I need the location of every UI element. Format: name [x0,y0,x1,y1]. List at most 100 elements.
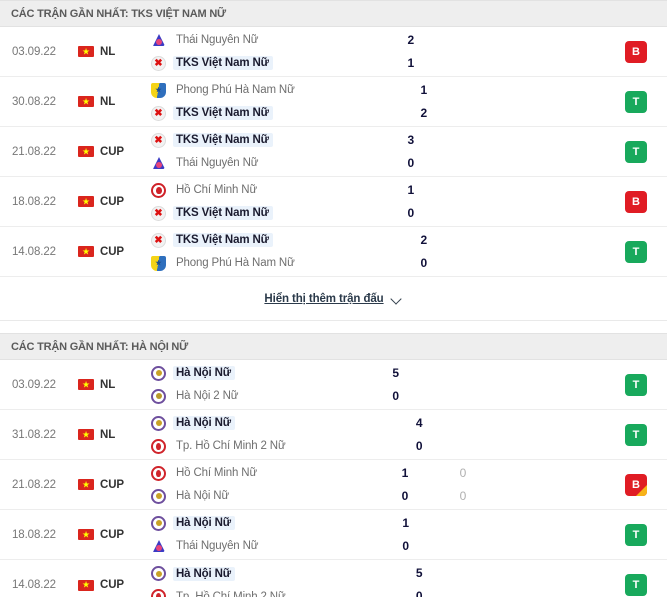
team-name: TKS Việt Nam Nữ [173,56,273,70]
section-header-tks-viet-nam-nu: CÁC TRẬN GẦN NHẤT: TKS VIỆT NAM NỮ [0,0,667,27]
team-name: Hà Nội Nữ [173,416,235,430]
competition-cell[interactable]: ★ NL [78,360,146,409]
vietnam-flag-icon: ★ [78,96,94,107]
vietnam-flag-icon: ★ [78,579,94,591]
match-row[interactable]: 18.08.22 ★ CUP Hà Nội Nữ Thái Nguyên Nữ 1 0 T [0,510,667,560]
match-date: 18.08.22 [12,528,56,541]
result-badge[interactable]: T [625,523,647,546]
team-name: Hà Nội Nữ [173,366,235,380]
result-badge[interactable]: T [625,373,648,396]
result-badge[interactable]: B [625,190,647,213]
team-away[interactable]: ★ Phong Phú Hà Nam Nữ [151,255,394,271]
team-home[interactable]: Hà Nội Nữ [151,515,376,531]
match-row[interactable]: 14.08.22 ★ CUP ✖ TKS Việt Nam Nữ ★ Phong Phú H… [0,227,667,277]
teams-cell: ✖ TKS Việt Nam Nữ ★ Phong Phú Hà Nam Nữ [146,227,394,276]
team-home[interactable]: Hồ Chí Minh Nữ [151,465,375,481]
result-badge[interactable]: T [625,140,647,163]
team-away[interactable]: ✖ TKS Việt Nam Nữ [151,55,381,71]
team-name: Hà Nội Nữ [176,490,229,502]
team-home[interactable]: ★ Phong Phú Hà Nam Nữ [151,82,394,98]
team-name: TKS Việt Nam Nữ [173,133,273,147]
away-score: 0 [401,488,409,503]
score-cell: 21 [381,27,441,76]
team-name: Hà Nội 2 Nữ [176,390,239,402]
match-date: 03.09.22 [12,378,56,391]
team-home[interactable]: Hà Nội Nữ [151,415,389,431]
match-row[interactable]: 30.08.22 ★ NL ★ Phong Phú Hà Nam Nữ ✖ TKS Việt… [0,77,667,127]
score-cell: 50 [366,360,426,409]
competition-cell[interactable]: ★ CUP [78,127,146,176]
competition-cell[interactable]: ★ CUP [78,227,146,276]
home-score: 4 [415,415,423,430]
result-badge[interactable]: T [625,574,648,596]
secondary-score-cell [454,77,510,126]
chevron-down-icon [392,295,403,302]
result-badge[interactable]: B [625,473,648,496]
match-row[interactable]: 03.09.22 ★ NL Hà Nội Nữ Hà Nội 2 Nữ 5 0 T [0,360,667,410]
match-date: 03.09.22 [12,45,56,58]
team-away[interactable]: ✖ TKS Việt Nam Nữ [151,105,394,121]
match-row[interactable]: 31.08.22 ★ NL Hà Nội Nữ Tp. Hồ Chí Minh 2 Nữ… [0,410,667,460]
vietnam-flag-icon: ★ [78,246,94,257]
home-score: 2 [420,232,428,247]
result-cell: T [605,227,667,276]
phongphu-logo-icon: ★ [151,255,166,271]
teams-cell: Hồ Chí Minh Nữ Hà Nội Nữ [146,460,375,509]
thainguyen-logo-icon [151,155,166,171]
show-more-matches-button[interactable]: Hiển thị thêm trận đấu [0,277,667,321]
match-date: 30.08.22 [12,95,56,108]
team-away[interactable]: Thái Nguyên Nữ [151,538,376,554]
team-home[interactable]: ✖ TKS Việt Nam Nữ [151,232,394,248]
score-cell: 10 [381,177,441,226]
team-away[interactable]: Thái Nguyên Nữ [151,155,381,171]
home-score: 1 [407,182,415,197]
competition-label: CUP [100,478,124,491]
team-away[interactable]: Tp. Hồ Chí Minh 2 Nữ [151,589,389,597]
away-score: 2 [420,105,428,120]
team-away[interactable]: Tp. Hồ Chí Minh 2 Nữ [151,438,389,454]
team-name: Phong Phú Hà Nam Nữ [176,257,295,269]
secondary-score-cell [454,227,510,276]
competition-cell[interactable]: ★ NL [78,410,146,459]
match-row[interactable]: 14.08.22 ★ CUP Hà Nội Nữ Tp. Hồ Chí Minh 2 N… [0,560,667,597]
result-badge[interactable]: T [625,423,648,446]
result-badge[interactable]: T [625,240,648,263]
match-row[interactable]: 21.08.22 ★ CUP Hồ Chí Minh Nữ Hà Nội Nữ 1 0 0 0 B [0,460,667,510]
team-away[interactable]: Hà Nội Nữ [151,488,375,504]
team-home[interactable]: Hà Nội Nữ [151,365,366,381]
result-letter: T [632,579,640,591]
match-row[interactable]: 03.09.22 ★ NL Thái Nguyên Nữ ✖ TKS Việt Nam N… [0,27,667,77]
competition-cell[interactable]: ★ CUP [78,560,146,597]
teams-cell: Hà Nội Nữ Hà Nội 2 Nữ [146,360,366,409]
team-home[interactable]: ✖ TKS Việt Nam Nữ [151,132,381,148]
team-away[interactable]: Hà Nội 2 Nữ [151,388,366,404]
result-badge[interactable]: B [625,40,647,63]
team-name: Hà Nội Nữ [173,566,235,581]
teams-cell: Thái Nguyên Nữ ✖ TKS Việt Nam Nữ [146,27,381,76]
section-header-ha-noi-nu: CÁC TRẬN GẦN NHẤT: HÀ NỘI NỮ [0,333,667,360]
competition-cell[interactable]: ★ NL [78,77,146,126]
team-home[interactable]: Hà Nội Nữ [151,566,389,581]
match-row[interactable]: 21.08.22 ★ CUP ✖ TKS Việt Nam Nữ Thái Nguyên … [0,127,667,177]
hanoi-logo-icon [151,415,166,431]
competition-cell[interactable]: ★ CUP [78,460,146,509]
hcm2-logo-icon [151,589,166,597]
competition-label: CUP [100,245,124,258]
result-cell: B [605,460,667,509]
competition-cell[interactable]: ★ NL [78,27,146,76]
competition-cell[interactable]: ★ CUP [78,510,146,559]
team-name: Tp. Hồ Chí Minh 2 Nữ [176,590,286,597]
team-home[interactable]: Hồ Chí Minh Nữ [151,182,381,198]
competition-cell[interactable]: ★ CUP [78,177,146,226]
result-cell: T [605,410,667,459]
team-away[interactable]: ✖ TKS Việt Nam Nữ [151,205,381,221]
match-row[interactable]: 18.08.22 ★ CUP Hồ Chí Minh Nữ ✖ TKS Việt Nam … [0,177,667,227]
tks-logo-icon: ✖ [151,232,166,248]
result-badge[interactable]: T [625,90,648,113]
vietnam-flag-icon: ★ [78,529,94,540]
tks-logo-icon: ✖ [151,205,166,221]
teams-cell: ✖ TKS Việt Nam Nữ Thái Nguyên Nữ [146,127,381,176]
away-score: 0 [392,388,399,403]
team-home[interactable]: Thái Nguyên Nữ [151,32,381,48]
phongphu-logo-icon: ★ [151,82,166,98]
